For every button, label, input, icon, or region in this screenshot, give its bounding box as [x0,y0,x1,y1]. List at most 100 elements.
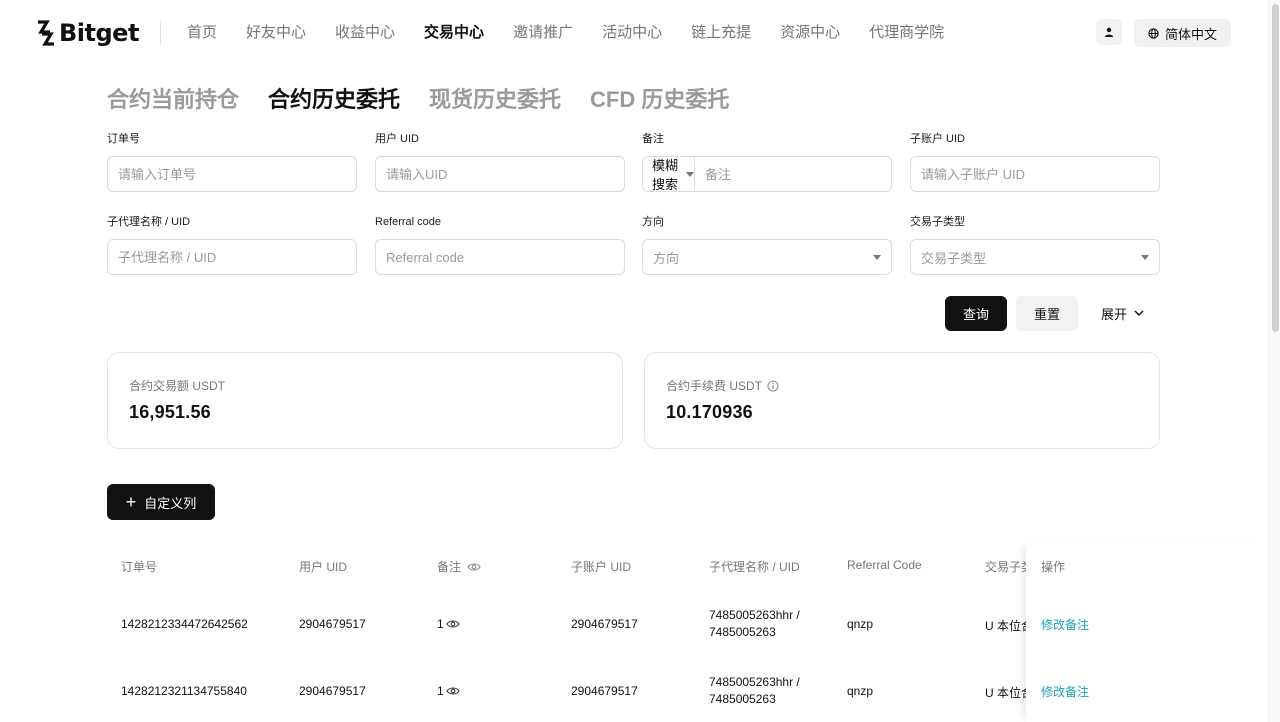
contract-volume-label-text: 合约交易额 USDT [129,379,226,393]
row-1-referral: qnzp [847,617,874,631]
user-uid-label: 用户 UID [375,133,419,145]
language-label: 简体中文 [1164,26,1217,42]
row-1-user-uid: 2904679517 [299,617,366,631]
tab-spot-order-history[interactable]: 现货历史委托 [429,86,561,114]
expand-filters-button[interactable]: 展开 [1101,304,1144,322]
nav-item-invite[interactable]: 邀请推广 [513,22,573,44]
col-header-operation: 操作 [1041,560,1066,574]
tab-cfd-order-history[interactable]: CFD 历史委托 [590,86,729,114]
remark-combo: 模糊搜索 [642,156,892,192]
direction-label: 方向 [642,216,664,228]
page-scrollbar[interactable] [1268,0,1280,722]
sub-agent-label: 子代理名称 / UID [107,216,191,228]
user-uid-field: 用户 UID [375,132,625,192]
sub-agent-input[interactable] [107,239,357,275]
row-1-sub-agent-uid: 7485005263 [709,625,776,639]
row-2-user-uid: 2904679517 [299,684,366,698]
user-uid-input[interactable] [375,156,625,192]
nav-item-resources[interactable]: 资源中心 [780,22,840,44]
trade-subtype-placeholder: 交易子类型 [921,250,987,266]
order-no-input[interactable] [107,156,357,192]
logo-text: Bitget [59,19,139,47]
tab-contract-positions[interactable]: 合约当前持仓 [107,86,239,114]
trade-subtype-field: 交易子类型 交易子类型 [910,215,1160,275]
plus-icon: + [125,492,137,512]
col-header-order-no: 订单号 [121,560,158,574]
remark-input[interactable] [695,157,891,191]
expand-label: 展开 [1101,306,1128,322]
order-no-label: 订单号 [107,133,140,145]
custom-columns-label: 自定义列 [144,495,197,511]
col-header-sub-agent: 子代理名称 / UID [709,560,800,574]
bitget-logo-mark-icon [38,20,54,46]
caret-down-icon [686,171,694,177]
page-tabs: 合约当前持仓 合约历史委托 现货历史委托 CFD 历史委托 [107,86,758,114]
top-navigation-bar: Bitget 首页 好友中心 收益中心 交易中心 邀请推广 活动中心 链上充提 … [0,0,1280,64]
query-button[interactable]: 查询 [945,296,1007,331]
row-1-sub-agent: 7485005263hhr / 7485005263 [709,607,800,641]
direction-field: 方向 方向 [642,215,892,275]
nav-divider [160,21,161,45]
nav-item-trading[interactable]: 交易中心 [424,22,484,44]
user-button[interactable] [1096,19,1122,45]
caret-down-icon [873,254,881,260]
language-button[interactable]: 简体中文 [1134,19,1231,47]
trade-subtype-label: 交易子类型 [910,216,965,228]
caret-down-icon [1141,254,1149,260]
eye-icon[interactable] [446,686,460,696]
custom-columns-button[interactable]: + 自定义列 [107,484,215,520]
row-1-edit-remark-link[interactable]: 修改备注 [1041,616,1089,633]
contract-volume-card: 合约交易额 USDT 16,951.56 [107,352,623,449]
row-2-sub-agent-uid: 7485005263 [709,692,776,706]
globe-icon [1148,27,1159,39]
row-2-remark-text: 1 [437,684,444,698]
row-1-sub-agent-name: 7485005263hhr / [709,608,800,622]
row-1-sub-uid: 2904679517 [571,617,638,631]
remark-match-mode-select[interactable]: 模糊搜索 [643,157,695,192]
row-2-sub-agent: 7485005263hhr / 7485005263 [709,674,800,708]
direction-select[interactable]: 方向 [642,239,892,275]
contract-fee-label-text: 合约手续费 USDT [666,379,763,393]
trade-subtype-select[interactable]: 交易子类型 [910,239,1160,275]
col-header-referral: Referral Code [847,558,922,572]
nav-item-friends[interactable]: 好友中心 [246,22,306,44]
scrollbar-thumb[interactable] [1272,4,1279,332]
sub-uid-label: 子账户 UID [910,133,965,145]
col-header-remark: 备注 [437,558,481,575]
remark-label: 备注 [642,133,664,145]
nav-item-home[interactable]: 首页 [187,22,217,44]
bitget-logo[interactable]: Bitget [35,18,139,48]
nav-item-academy[interactable]: 代理商学院 [869,22,944,44]
contract-fee-card: 合约手续费 USDT 10.170936 [644,352,1160,449]
row-2-referral: qnzp [847,684,874,698]
eye-icon[interactable] [446,619,460,629]
reset-button[interactable]: 重置 [1016,296,1078,331]
row-1-order-no: 1428212334472642562 [121,617,248,631]
remark-field: 备注 模糊搜索 [642,132,892,192]
direction-placeholder: 方向 [653,250,680,266]
col-header-remark-text: 备注 [437,560,462,574]
referral-code-label: Referral code [375,216,442,228]
nav-item-events[interactable]: 活动中心 [602,22,662,44]
row-1-remark: 1 [437,617,460,631]
contract-volume-value: 16,951.56 [129,402,211,422]
row-2-edit-remark-link[interactable]: 修改备注 [1041,683,1089,700]
sub-uid-field: 子账户 UID [910,132,1160,192]
nav-item-earnings[interactable]: 收益中心 [335,22,395,44]
col-header-sub-uid: 子账户 UID [571,560,632,574]
contract-fee-value: 10.170936 [666,402,753,422]
col-header-user-uid: 用户 UID [299,560,348,574]
order-no-field: 订单号 [107,132,357,192]
info-icon[interactable] [767,380,779,392]
nav-item-onchain[interactable]: 链上充提 [691,22,751,44]
referral-code-input[interactable] [375,239,625,275]
row-2-remark: 1 [437,684,460,698]
tab-contract-order-history[interactable]: 合约历史委托 [268,86,400,114]
referral-code-field: Referral code [375,215,625,275]
eye-icon[interactable] [467,562,481,572]
operation-column: 操作 修改备注 修改备注 [1026,542,1268,722]
contract-volume-label: 合约交易额 USDT [129,377,225,394]
sub-uid-input[interactable] [910,156,1160,192]
row-2-sub-uid: 2904679517 [571,684,638,698]
user-icon [1105,27,1113,37]
